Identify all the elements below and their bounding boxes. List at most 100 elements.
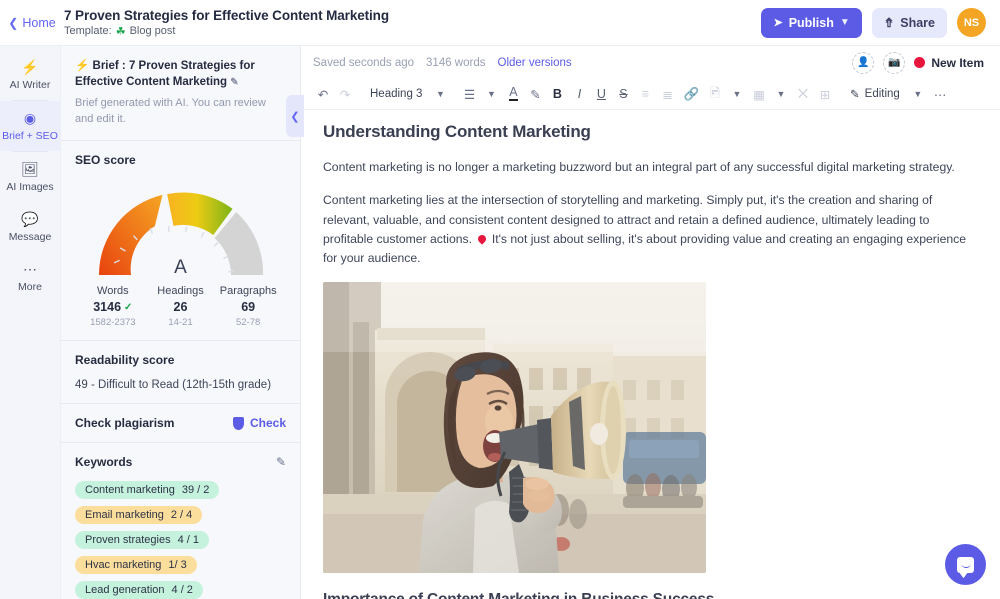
chevron-down-icon[interactable]: ▼: [908, 82, 928, 106]
brief-title-row: ⚡ Brief : 7 Proven Strategies for Effect…: [75, 58, 286, 90]
keyword-term: Email marketing: [85, 509, 164, 522]
new-item-label: New Item: [931, 55, 984, 70]
ellipsis-icon[interactable]: ⋯: [930, 82, 951, 106]
editing-mode-button[interactable]: ✎ Editing: [844, 87, 906, 101]
older-versions-link[interactable]: Older versions: [498, 57, 572, 69]
brief-description: Brief generated with AI. You can review …: [75, 97, 266, 126]
keyword-chip[interactable]: Lead generation 4 / 2: [75, 581, 203, 599]
image-icon: 🖼: [21, 160, 39, 177]
seo-score-section: SEO score A Words 3146 ✓ 1582-2373 Headi…: [61, 141, 300, 342]
chevron-down-icon[interactable]: ▼: [430, 82, 450, 106]
stat-range: 14-21: [168, 317, 193, 329]
clear-format-icon[interactable]: ⨉: [793, 82, 813, 106]
share-button[interactable]: ⇮ Share: [871, 7, 947, 38]
add-comment-icon[interactable]: ⊞: [815, 82, 835, 106]
check-icon: ✓: [124, 301, 133, 313]
stat-range: 1582-2373: [90, 317, 136, 329]
document-heading-2: Importance of Content Marketing in Busin…: [323, 591, 970, 599]
stat-range: 52-78: [236, 317, 261, 329]
leaf-icon: ☘: [115, 25, 126, 38]
top-bar: ❮ Home 7 Proven Strategies for Effective…: [0, 0, 1000, 46]
readability-title: Readability score: [75, 353, 175, 368]
stat-value: 26: [173, 300, 188, 315]
document-heading-1: Understanding Content Marketing: [323, 122, 591, 141]
keyword-count: 4 / 2: [171, 584, 193, 597]
brief-section: ⚡ Brief : 7 Proven Strategies for Effect…: [61, 46, 300, 142]
paragraph-style-select[interactable]: Heading 3: [364, 82, 428, 106]
rail-item-brief-seo[interactable]: ◉ Brief + SEO: [0, 101, 60, 151]
pencil-icon[interactable]: ✎: [276, 455, 286, 469]
home-label: Home: [22, 15, 56, 30]
left-rail: ⚡ AI Writer ◉ Brief + SEO 🖼 AI Images 💬 …: [0, 46, 61, 599]
image-icon[interactable]: 🖻: [705, 82, 725, 106]
chat-widget-button[interactable]: [945, 544, 986, 585]
keywords-title: Keywords: [75, 455, 133, 470]
collaborator-cursor-icon: [476, 233, 489, 245]
template-line: Template: ☘ Blog post: [64, 25, 389, 38]
stat-value: 69: [241, 300, 256, 315]
rail-item-ai-images[interactable]: 🖼 AI Images: [0, 152, 60, 202]
stat-label: Paragraphs: [219, 285, 277, 298]
stat-headings: Headings 26 14-21: [147, 285, 215, 328]
rail-item-label: AI Images: [6, 180, 54, 193]
underline-icon[interactable]: U: [591, 82, 611, 106]
top-bar-actions: ➤ Publish ▼ ⇮ Share NS: [761, 7, 1000, 38]
redo-icon[interactable]: ↷: [335, 82, 355, 106]
keyword-term: Hvac marketing: [85, 559, 162, 572]
add-image-icon[interactable]: 📷: [883, 51, 906, 74]
chevron-down-icon[interactable]: ▼: [771, 82, 791, 106]
intercom-chat-icon: [957, 556, 974, 573]
keyword-chip[interactable]: Hvac marketing 1/ 3: [75, 556, 197, 575]
share-label: Share: [900, 15, 935, 30]
home-back-link[interactable]: ❮ Home: [0, 16, 64, 30]
editor-meta-bar: Saved seconds ago 3146 words Older versi…: [301, 46, 1000, 79]
readability-value: 49 - Difficult to Read (12th-15th grade): [75, 379, 272, 392]
keywords-header: Keywords ✎: [75, 455, 286, 469]
new-item-button[interactable]: New Item: [914, 56, 984, 70]
seo-grade: A: [174, 257, 187, 279]
text-color-icon[interactable]: A: [503, 82, 523, 106]
table-icon[interactable]: ▦: [749, 82, 769, 106]
align-left-icon[interactable]: ☰: [459, 82, 479, 106]
undo-icon[interactable]: ↶: [313, 82, 333, 106]
bold-icon[interactable]: B: [547, 82, 567, 106]
keyword-chip[interactable]: Proven strategies 4 / 1: [75, 531, 210, 550]
plagiarism-section: Check plagiarism Check: [61, 404, 300, 444]
publish-button[interactable]: ➤ Publish ▼: [761, 7, 862, 38]
seo-gauge-wrapper: A: [75, 177, 286, 281]
bolt-icon: ⚡: [21, 58, 39, 75]
keyword-count: 4 / 1: [177, 534, 200, 547]
chevron-down-icon[interactable]: ▼: [727, 82, 747, 106]
main-body: ⚡ AI Writer ◉ Brief + SEO 🖼 AI Images 💬 …: [0, 46, 1000, 599]
link-icon[interactable]: 🔗: [679, 82, 703, 106]
collapse-panel-button[interactable]: ❮: [286, 95, 304, 137]
chat-smile: [961, 564, 970, 568]
app-root: ❮ Home 7 Proven Strategies for Effective…: [0, 0, 1000, 599]
chevron-down-icon[interactable]: ▼: [481, 82, 501, 106]
strikethrough-icon[interactable]: S: [613, 82, 633, 106]
keyword-chip[interactable]: Email marketing 2 / 4: [75, 506, 203, 525]
rail-item-more[interactable]: ⋯ More: [0, 252, 60, 302]
rail-item-message[interactable]: 💬 Message: [0, 202, 60, 252]
chevron-down-icon: ▼: [839, 17, 850, 28]
rail-item-label: Brief + SEO: [2, 129, 58, 142]
numbered-list-icon[interactable]: ≣: [657, 82, 677, 106]
document-image[interactable]: [323, 282, 706, 574]
rail-item-label: More: [18, 280, 42, 293]
keyword-chip[interactable]: Content marketing 39 / 2: [75, 481, 220, 500]
italic-icon[interactable]: I: [569, 82, 589, 106]
chat-icon: 💬: [21, 210, 39, 227]
document-canvas[interactable]: Understanding Content Marketing Content …: [301, 110, 1000, 599]
bullet-list-icon[interactable]: ≡: [635, 82, 655, 106]
status-dot: [914, 57, 926, 68]
edit-square-icon[interactable]: ✎: [230, 77, 238, 88]
avatar[interactable]: NS: [957, 8, 986, 37]
highlighter-icon[interactable]: ✎: [525, 82, 545, 106]
stat-words: Words 3146 ✓ 1582-2373: [79, 285, 147, 328]
megaphone-photo-svg: [323, 282, 706, 574]
rail-item-ai-writer[interactable]: ⚡ AI Writer: [0, 50, 60, 100]
add-person-icon[interactable]: 👤: [852, 51, 875, 74]
send-icon: ➤: [773, 17, 783, 29]
check-plagiarism-button[interactable]: Check: [232, 416, 286, 430]
document-paragraph-1: Content marketing is no longer a marketi…: [323, 160, 955, 174]
